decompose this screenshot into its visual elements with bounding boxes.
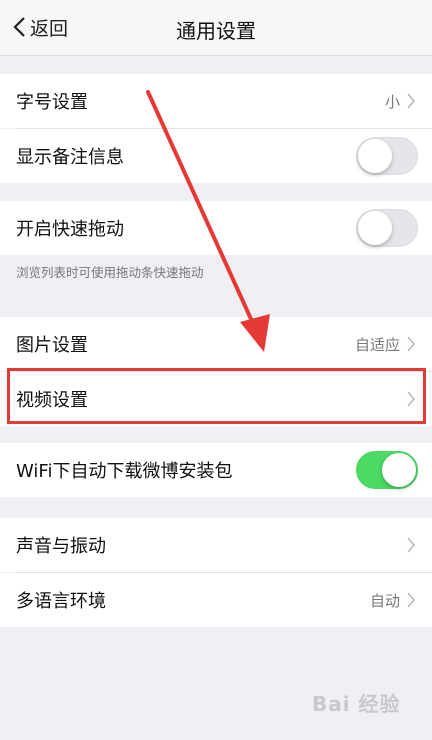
video-settings-label: 视频设置	[16, 390, 88, 411]
wifi-download-label: WiFi下自动下载微博安装包	[16, 461, 233, 482]
chevron-right-icon	[407, 93, 416, 109]
toggle-knob	[358, 139, 392, 173]
watermark: Bai 经验	[312, 692, 401, 716]
show-remark-toggle[interactable]	[356, 137, 418, 175]
show-remark-label: 显示备注信息	[16, 147, 124, 168]
wifi-download-toggle[interactable]	[356, 451, 418, 489]
font-size-value: 小	[384, 92, 400, 111]
sound-vibration-row[interactable]: 声音与振动	[0, 518, 432, 572]
image-settings-label: 图片设置	[16, 335, 88, 356]
video-settings-row[interactable]: 视频设置	[0, 372, 432, 426]
language-value: 自动	[369, 591, 400, 610]
font-size-label: 字号设置	[16, 92, 88, 113]
quick-drag-toggle[interactable]	[356, 209, 418, 247]
toggle-knob	[358, 211, 392, 245]
wifi-download-row: WiFi下自动下载微博安装包	[0, 443, 432, 497]
chevron-right-icon	[407, 336, 416, 352]
image-settings-value: 自适应	[354, 335, 400, 354]
language-label: 多语言环境	[16, 591, 106, 612]
nav-bar: 返回 通用设置	[0, 0, 432, 56]
page-title: 通用设置	[176, 19, 256, 43]
toggle-knob	[382, 453, 416, 487]
chevron-right-icon	[407, 537, 416, 553]
chevron-right-icon	[407, 592, 416, 608]
language-row[interactable]: 多语言环境 自动	[0, 573, 432, 627]
font-size-row[interactable]: 字号设置 小	[0, 74, 432, 128]
quick-drag-row: 开启快速拖动	[0, 201, 432, 255]
quick-drag-hint: 浏览列表时可使用拖动条快速拖动	[16, 265, 204, 280]
sound-vibration-label: 声音与振动	[16, 536, 106, 557]
chevron-right-icon	[407, 391, 416, 407]
show-remark-row: 显示备注信息	[0, 129, 432, 183]
quick-drag-label: 开启快速拖动	[16, 219, 124, 240]
image-settings-row[interactable]: 图片设置 自适应	[0, 317, 432, 371]
